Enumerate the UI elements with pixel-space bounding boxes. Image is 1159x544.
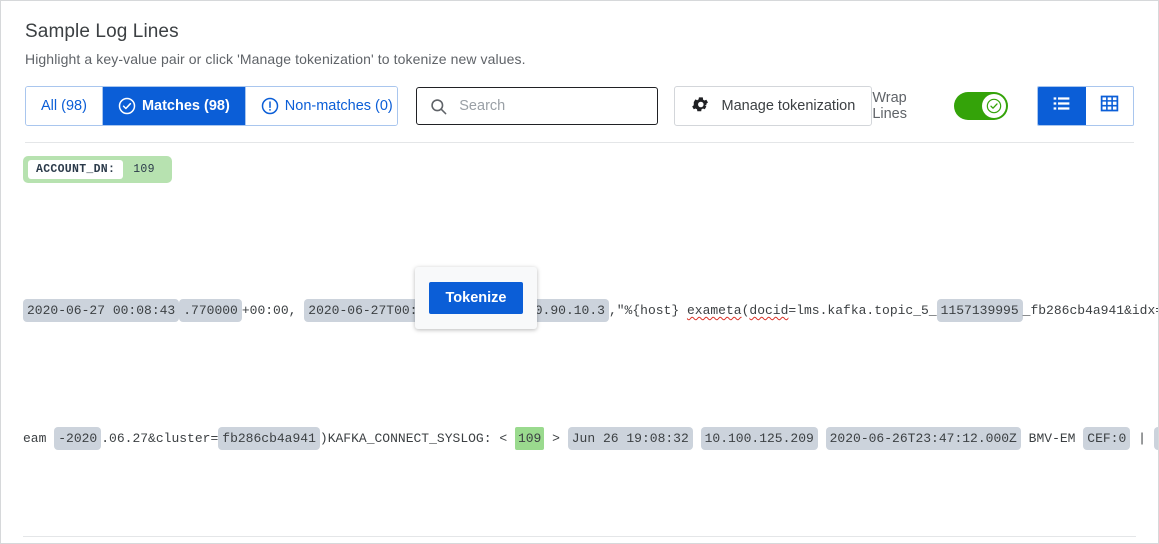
check-circle-icon <box>118 97 136 115</box>
log-line: 2020-06-27 00:08:43.770000 +00:00, 2020-0… <box>23 295 1158 327</box>
toolbar: All (98) Matches (98) Non-matches (0) Se… <box>1 67 1158 126</box>
log-chip[interactable]: Jun 26 19:08:32 <box>567 427 693 450</box>
sample-log-lines-panel: Sample Log Lines Highlight a key-value p… <box>0 0 1159 544</box>
exclamation-circle-icon <box>261 97 279 115</box>
log-chip[interactable]: fb286cb4a941 <box>218 427 320 450</box>
tab-non-matches[interactable]: Non-matches (0) <box>245 87 398 125</box>
log-chip[interactable]: 2020-06-26T23:47:12.000Z <box>825 427 1021 450</box>
log-text: > <box>544 431 568 446</box>
log-chip[interactable]: CEF:0 <box>1083 427 1131 450</box>
check-icon <box>986 98 1002 114</box>
log-text: +00:00, <box>241 303 297 318</box>
log-text: eam <box>23 431 55 446</box>
toggle-knob <box>982 94 1007 118</box>
search-icon <box>429 97 448 116</box>
gear-icon <box>691 95 710 118</box>
log-text: =lms.kafka.topic_5_ <box>788 303 937 318</box>
log-text: BMV-EM <box>1020 431 1084 446</box>
filter-segmented-control: All (98) Matches (98) Non-matches (0) <box>25 86 399 126</box>
tab-all[interactable]: All (98) <box>26 87 103 125</box>
log-line-list: 2020-06-27 00:08:43.770000 +00:00, 2020-0… <box>23 199 1158 543</box>
log-text: docid <box>749 303 789 318</box>
tokenize-popup: Tokenize <box>415 267 537 329</box>
log-chip[interactable]: 1157139995 <box>936 299 1023 322</box>
panel-header: Sample Log Lines Highlight a key-value p… <box>1 1 1158 67</box>
bottom-divider <box>23 536 1136 537</box>
manage-tokenization-button[interactable]: Manage tokenization <box>673 86 873 126</box>
log-chip[interactable]: -2020 <box>54 427 102 450</box>
log-line: eam -2020.06.27&cluster= fb286cb4a941)KAF… <box>23 423 1158 455</box>
wrap-lines-toggle[interactable] <box>954 92 1009 120</box>
search-field[interactable] <box>416 87 658 125</box>
page-title: Sample Log Lines <box>25 21 179 42</box>
log-text: )KAFKA_CONNECT_SYSLOG: < <box>319 431 515 446</box>
log-text: .06.27&cluster= <box>101 431 219 446</box>
page-subtitle: Highlight a key-value pair or click 'Man… <box>25 51 526 67</box>
tab-matches-label: Matches (98) <box>141 98 230 114</box>
log-text: ,"%{host} <box>608 303 687 318</box>
log-text: _fb286cb4a941&idx=exab <box>1022 303 1158 318</box>
token-badge-value: 109 <box>133 163 155 176</box>
log-content: ACCOUNT_DN: 109 2020-06-27 00:08:43.7700… <box>1 143 1158 543</box>
log-text[interactable]: .770000 <box>179 299 242 322</box>
manage-tokenization-label: Manage tokenization <box>721 98 856 114</box>
log-chip[interactable]: 10.100.125.209 <box>700 427 818 450</box>
log-text: | <box>1130 431 1154 446</box>
tokenize-button[interactable]: Tokenize <box>428 281 524 315</box>
list-icon <box>1051 93 1072 119</box>
grid-view-button[interactable] <box>1085 87 1133 125</box>
tab-all-label: All (98) <box>41 98 87 114</box>
log-text: exameta <box>686 303 742 318</box>
token-badge-key: ACCOUNT_DN: <box>28 160 124 179</box>
log-chip[interactable]: MCAS <box>1153 427 1158 450</box>
highlighted-selection[interactable]: 109 <box>514 427 545 450</box>
view-mode-group <box>1037 86 1134 126</box>
token-badge-account-dn[interactable]: ACCOUNT_DN: 109 <box>23 156 172 183</box>
tab-non-matches-label: Non-matches (0) <box>284 98 393 114</box>
log-chip[interactable]: 2020-06-27 00:08:43 <box>23 299 180 322</box>
wrap-lines-label: Wrap Lines <box>872 90 907 122</box>
search-input[interactable] <box>457 97 642 115</box>
list-view-button[interactable] <box>1038 87 1086 125</box>
tab-matches[interactable]: Matches (98) <box>102 87 246 125</box>
wrap-lines-control: Wrap Lines <box>872 86 1134 126</box>
grid-icon <box>1099 93 1120 119</box>
